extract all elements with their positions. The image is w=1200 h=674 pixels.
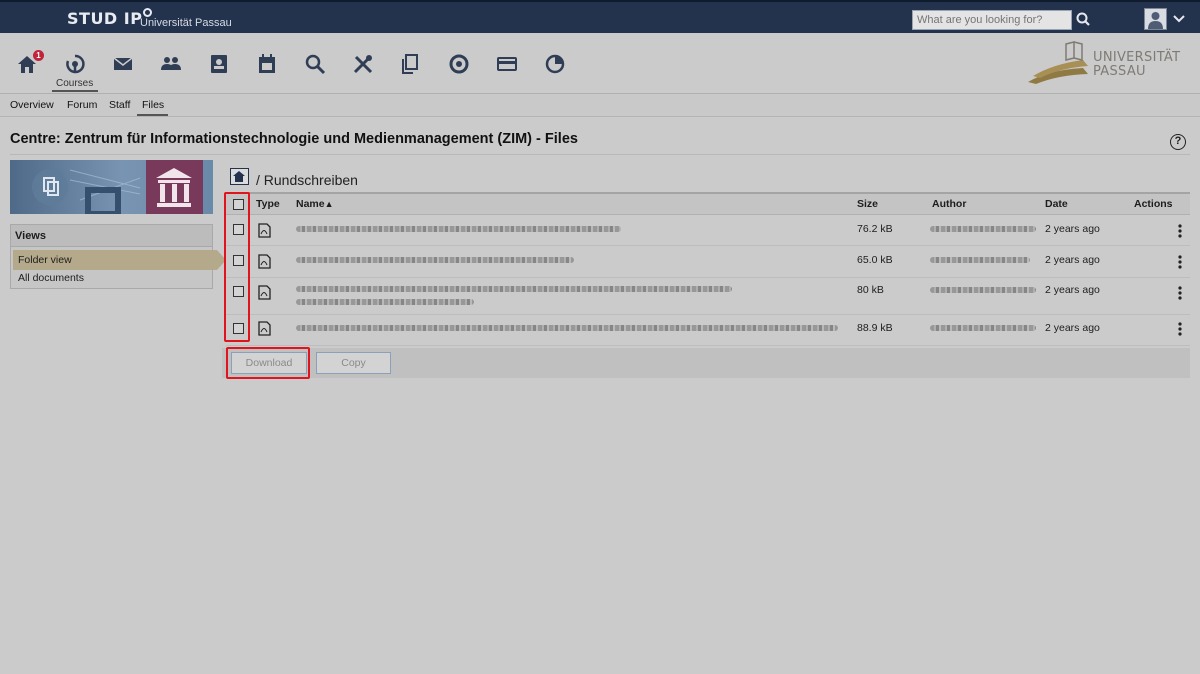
column-type[interactable]: Type	[256, 198, 280, 210]
file-size: 76.2 kB	[857, 223, 893, 235]
download-button-highlight	[226, 347, 310, 379]
chevron-down-icon[interactable]	[1173, 14, 1185, 24]
table-row: 76.2 kB 2 years ago	[226, 216, 1190, 246]
column-size[interactable]: Size	[857, 198, 878, 210]
breadcrumb: / Rundschreiben	[256, 172, 358, 188]
author-redacted[interactable]	[930, 287, 1036, 293]
user-icon	[1148, 12, 1163, 29]
table-row: 65.0 kB 2 years ago	[226, 247, 1190, 278]
file-icon[interactable]	[258, 321, 271, 336]
university-name: Universität Passau	[140, 17, 232, 29]
checkbox-column-highlight	[224, 192, 250, 342]
file-icon[interactable]	[258, 223, 271, 238]
institution-icon	[156, 168, 192, 207]
file-name-redacted[interactable]	[296, 257, 574, 263]
schedule-icon[interactable]	[256, 53, 278, 75]
tools-icon[interactable]	[352, 53, 374, 75]
file-icon[interactable]	[258, 285, 271, 300]
author-redacted[interactable]	[930, 257, 1030, 263]
table-row: 80 kB 2 years ago	[226, 279, 1190, 315]
help-icon[interactable]	[448, 53, 470, 75]
tab-overview[interactable]: Overview	[10, 99, 54, 111]
university-logo-text: UNIVERSITÄT PASSAU	[1093, 50, 1181, 79]
stats-icon[interactable]	[544, 53, 566, 75]
banner-graphic	[32, 169, 141, 214]
courses-icon[interactable]	[64, 53, 86, 75]
file-date: 2 years ago	[1045, 284, 1100, 296]
file-name-redacted[interactable]	[296, 286, 732, 292]
divider	[10, 154, 1190, 155]
sub-navigation: Overview Forum Staff Files	[0, 93, 1200, 117]
column-actions: Actions	[1134, 198, 1173, 210]
tab-forum[interactable]: Forum	[67, 99, 97, 111]
payment-icon[interactable]	[496, 53, 518, 75]
help-icon[interactable]: ?	[1170, 134, 1186, 150]
file-name-redacted[interactable]	[296, 299, 474, 305]
breadcrumb-separator: /	[256, 172, 260, 188]
active-nav-underline	[52, 90, 98, 92]
folder-home-button[interactable]	[230, 168, 249, 185]
nav-courses-label[interactable]: Courses	[56, 78, 93, 89]
table-header: Type Name▲ Size Author Date Actions	[226, 192, 1190, 215]
file-date: 2 years ago	[1045, 223, 1100, 235]
table-row: 88.9 kB 2 years ago	[226, 316, 1190, 346]
file-size: 88.9 kB	[857, 322, 893, 334]
column-date[interactable]: Date	[1045, 198, 1068, 210]
breadcrumb-current-folder[interactable]: Rundschreiben	[264, 172, 358, 188]
sort-ascending-icon: ▲	[324, 199, 334, 209]
view-all-documents[interactable]: All documents	[18, 272, 84, 284]
file-size: 80 kB	[857, 284, 884, 296]
institute-banner	[10, 160, 213, 214]
institute-avatar	[146, 160, 203, 214]
notification-badge[interactable]: 1	[33, 50, 44, 61]
search-icon[interactable]	[304, 53, 326, 75]
search-input[interactable]	[912, 10, 1072, 30]
file-name-redacted[interactable]	[296, 325, 838, 331]
profile-icon[interactable]	[208, 53, 230, 75]
home-icon	[233, 171, 245, 182]
more-actions-icon[interactable]	[1178, 255, 1182, 269]
more-actions-icon[interactable]	[1178, 286, 1182, 300]
view-folder[interactable]: Folder view	[13, 250, 226, 270]
author-redacted[interactable]	[930, 226, 1036, 232]
tab-staff[interactable]: Staff	[109, 99, 130, 111]
author-redacted[interactable]	[930, 325, 1036, 331]
studip-brand[interactable]: STUD IP	[67, 8, 153, 28]
column-name[interactable]: Name▲	[296, 198, 334, 210]
column-author[interactable]: Author	[932, 198, 966, 210]
page-title: Centre: Zentrum für Informationstechnolo…	[10, 131, 578, 147]
community-icon[interactable]	[160, 53, 182, 75]
more-actions-icon[interactable]	[1178, 322, 1182, 336]
brand-ring-icon	[143, 8, 153, 17]
file-date: 2 years ago	[1045, 322, 1100, 334]
copy-button[interactable]: Copy	[316, 352, 391, 374]
top-bar: STUD IP Universität Passau	[0, 0, 1200, 33]
search-icon[interactable]	[1074, 10, 1094, 30]
tab-files[interactable]: Files	[142, 99, 164, 111]
views-title: Views	[11, 225, 212, 247]
active-tab-underline	[137, 114, 168, 116]
avatar[interactable]	[1144, 8, 1167, 30]
more-actions-icon[interactable]	[1178, 224, 1182, 238]
messages-icon[interactable]	[112, 53, 134, 75]
file-name-redacted[interactable]	[296, 226, 621, 232]
views-widget: Views Folder view All documents	[10, 224, 226, 289]
file-date: 2 years ago	[1045, 254, 1100, 266]
files-icon[interactable]	[400, 53, 422, 75]
file-icon[interactable]	[258, 254, 271, 269]
file-size: 65.0 kB	[857, 254, 893, 266]
